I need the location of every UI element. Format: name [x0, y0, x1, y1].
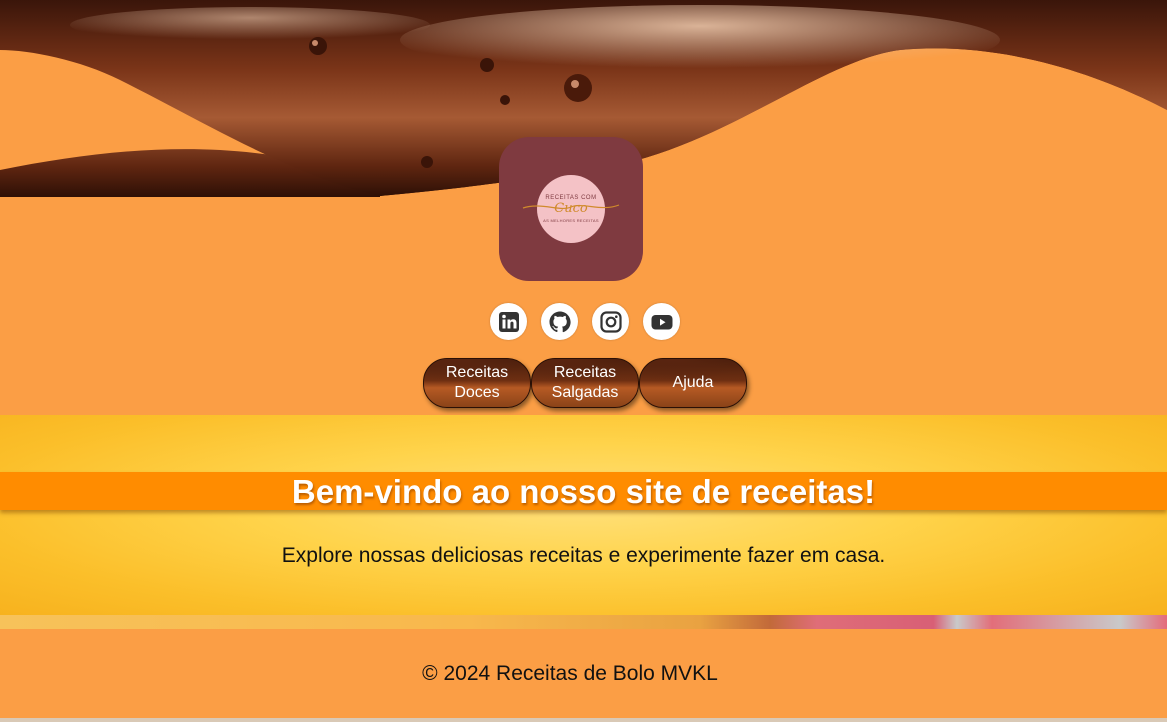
nav-label: Ajuda: [672, 374, 714, 391]
linkedin-link[interactable]: [490, 303, 527, 340]
instagram-link[interactable]: [592, 303, 629, 340]
decorative-strip: [0, 615, 1167, 629]
site-logo[interactable]: RECEITAS COM Cuco AS MELHORES RECEITAS: [499, 137, 643, 281]
footer-copyright: © 2024 Receitas de Bolo MVKL: [422, 662, 718, 685]
nav-label: Receitas Doces: [445, 364, 509, 401]
nav-label: Receitas Salgadas: [551, 364, 619, 401]
hero-section: Bem-vindo ao nosso site de receitas! Exp…: [0, 415, 1167, 615]
youtube-link[interactable]: [643, 303, 680, 340]
site-header: RECEITAS COM Cuco AS MELHORES RECEITAS R…: [0, 0, 1167, 415]
youtube-icon: [651, 314, 672, 329]
instagram-icon: [599, 310, 622, 333]
hero-subtitle: Explore nossas deliciosas receitas e exp…: [281, 544, 886, 567]
logo-swoosh-icon: [522, 204, 620, 210]
site-footer: © 2024 Receitas de Bolo MVKL: [0, 629, 1167, 719]
nav-ajuda[interactable]: Ajuda: [639, 358, 747, 408]
logo-bottom-text: AS MELHORES RECEITAS: [543, 218, 599, 223]
github-link[interactable]: [541, 303, 578, 340]
nav-receitas-salgadas[interactable]: Receitas Salgadas: [531, 358, 639, 408]
linkedin-icon: [498, 311, 519, 332]
bottom-divider: [0, 718, 1167, 722]
github-icon: [549, 311, 571, 332]
nav-receitas-doces[interactable]: Receitas Doces: [423, 358, 531, 408]
social-links: [490, 303, 680, 340]
main-nav: Receitas Doces Receitas Salgadas Ajuda: [423, 358, 747, 408]
hero-title: Bem-vindo ao nosso site de receitas!: [291, 473, 876, 510]
